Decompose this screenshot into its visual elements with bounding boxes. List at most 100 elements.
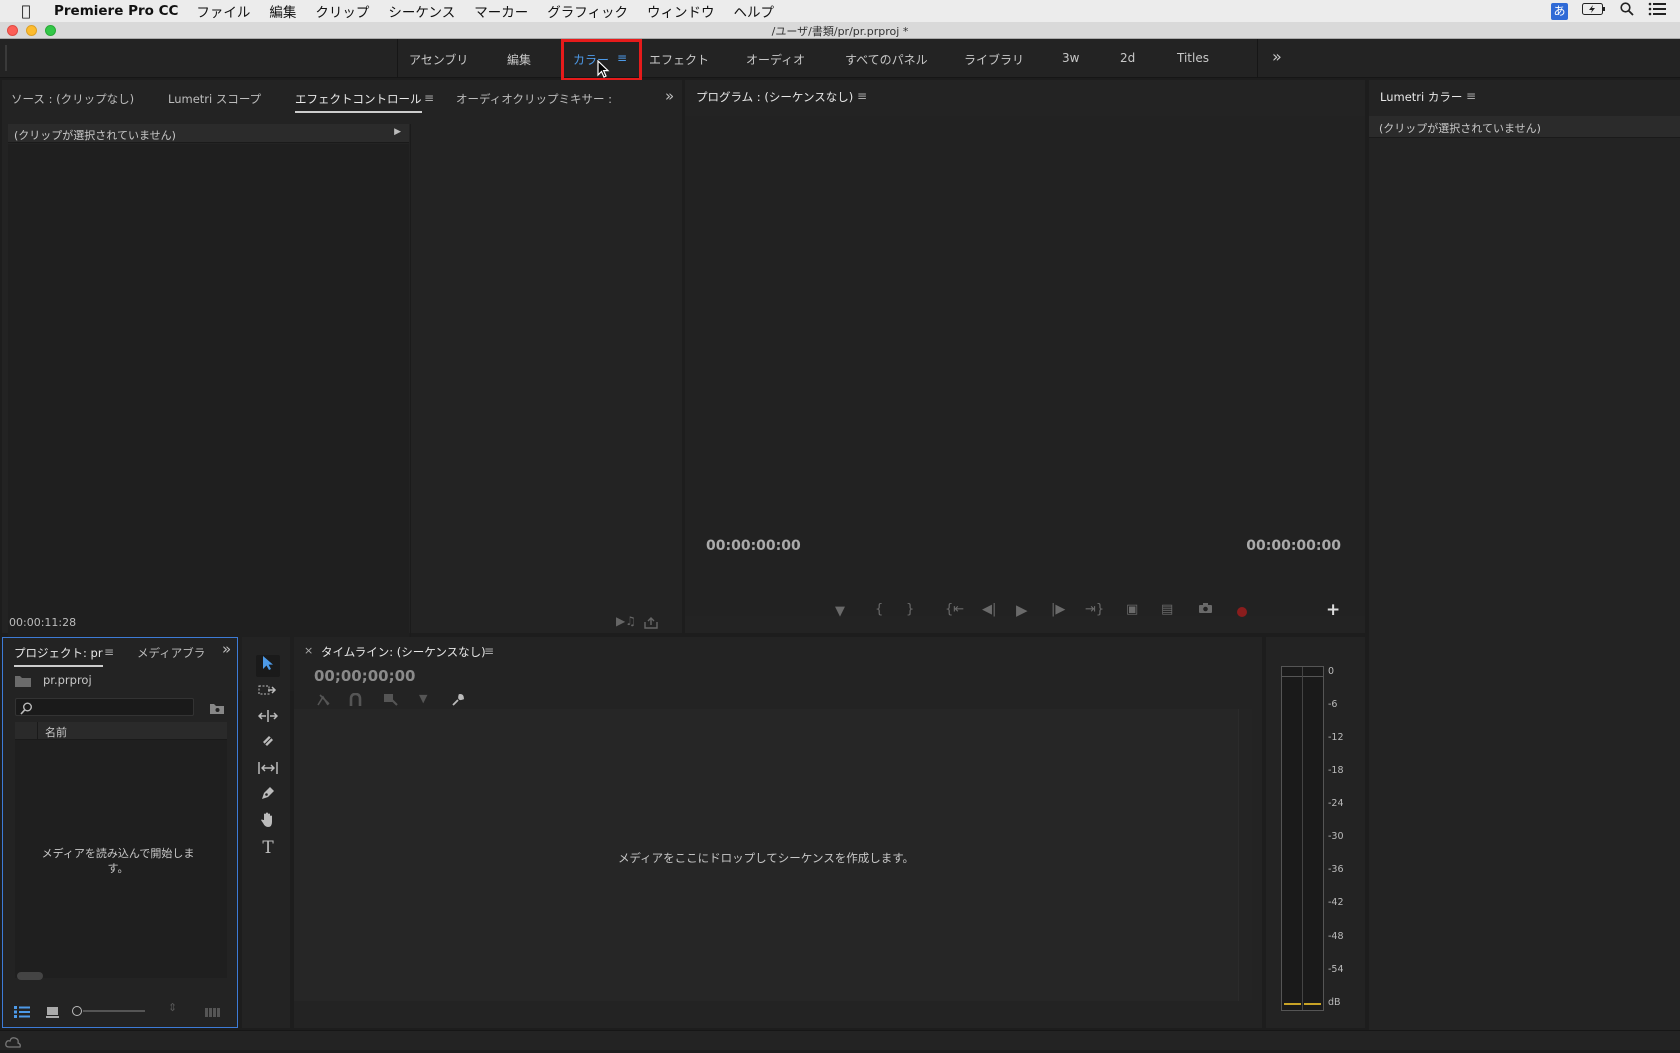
zoom-slider-track[interactable]	[83, 1010, 145, 1012]
mac-menubar:  Premiere Pro CC ファイル 編集 クリップ シーケンス マーカ…	[0, 0, 1680, 22]
panel-menu-icon[interactable]: ≡	[1466, 89, 1476, 103]
menu-edit[interactable]: 編集	[269, 1, 296, 21]
mark-in-icon[interactable]: {	[875, 602, 883, 617]
menu-help[interactable]: ヘルプ	[733, 1, 774, 21]
export-icon[interactable]	[644, 614, 658, 633]
type-tool-icon[interactable]: T	[256, 837, 280, 859]
go-to-in-icon[interactable]: {⇤	[945, 602, 964, 617]
panel-grip	[5, 45, 7, 71]
hand-tool-icon[interactable]	[256, 811, 280, 833]
db-tick: -54	[1328, 964, 1344, 975]
tab-audio-clip-mixer[interactable]: オーディオクリップミキサー :	[456, 91, 612, 107]
track-select-tool-icon[interactable]	[256, 681, 280, 703]
play-icon[interactable]: ▶	[1016, 601, 1028, 619]
add-marker-icon[interactable]: ▼	[419, 692, 427, 705]
db-scale: 0 -6 -12 -18 -24 -30 -36 -42 -48 -54 dB	[1328, 666, 1358, 1011]
meter-level-right	[1304, 1003, 1321, 1005]
workspace-divider	[397, 39, 398, 78]
workspace-overflow-button[interactable]: »	[1272, 47, 1282, 66]
effect-controls-timecode[interactable]: 00:00:11:28	[9, 616, 76, 629]
program-playhead-timecode[interactable]: 00:00:00:00	[706, 538, 801, 554]
mark-out-icon[interactable]: }	[906, 602, 914, 617]
menu-window[interactable]: ウィンドウ	[647, 1, 715, 21]
tab-effect-controls[interactable]: エフェクトコントロール	[295, 91, 422, 113]
selection-tool-icon[interactable]	[256, 655, 280, 677]
go-to-out-icon[interactable]: ⇥}	[1085, 602, 1104, 617]
project-folder-icon	[14, 673, 32, 692]
menu-sequence[interactable]: シーケンス	[388, 1, 455, 21]
project-search-input[interactable]	[15, 698, 194, 716]
tools-panel: T	[242, 637, 290, 1028]
empty-project-message: メディアを読み込んで開始します。	[41, 847, 195, 875]
panel-overflow-button[interactable]: »	[222, 640, 231, 658]
lumetri-color-title[interactable]: Lumetri カラー	[1380, 89, 1462, 105]
notification-center-icon[interactable]	[1648, 2, 1666, 20]
workspace-audio[interactable]: オーディオ	[746, 51, 805, 68]
vertical-scrollbar[interactable]	[1238, 709, 1252, 1001]
zoom-slider-handle[interactable]	[72, 1006, 82, 1016]
battery-icon[interactable]	[1582, 3, 1606, 19]
ripple-edit-tool-icon[interactable]	[256, 707, 280, 729]
creative-cloud-icon[interactable]	[5, 1034, 21, 1053]
menu-file[interactable]: ファイル	[196, 1, 250, 21]
panel-tabs: ソース : (クリップなし) Lumetri スコープ エフェクトコントロール …	[2, 80, 682, 116]
menu-clip[interactable]: クリップ	[315, 1, 369, 21]
timeline-timecode[interactable]: 00;00;00;00	[314, 667, 416, 685]
new-search-bin-icon[interactable]	[209, 700, 225, 719]
workspace-titles[interactable]: Titles	[1177, 51, 1209, 65]
close-tab-icon[interactable]: ×	[304, 644, 313, 657]
menu-marker[interactable]: マーカー	[474, 1, 528, 21]
horizontal-scrollbar[interactable]	[17, 972, 43, 980]
export-frame-icon[interactable]	[1198, 602, 1213, 618]
timeline-divider	[410, 124, 411, 691]
pen-tool-icon[interactable]	[256, 785, 280, 807]
icon-view-icon[interactable]	[46, 1003, 59, 1022]
input-method-icon[interactable]: あ	[1551, 2, 1568, 20]
tab-source[interactable]: ソース : (クリップなし)	[11, 91, 134, 107]
add-marker-icon[interactable]: ▼	[835, 604, 845, 619]
sort-icon[interactable]: ⇕	[168, 1001, 177, 1014]
apple-icon[interactable]: 	[14, 2, 38, 20]
workspace-libraries[interactable]: ライブラリ	[964, 51, 1024, 68]
db-tick: 0	[1328, 666, 1335, 677]
step-forward-icon[interactable]: |▶	[1051, 602, 1065, 617]
status-bar	[0, 1030, 1680, 1050]
expand-arrow-icon[interactable]: ▶	[394, 127, 401, 137]
tab-lumetri-scopes[interactable]: Lumetri スコープ	[168, 91, 261, 107]
panel-menu-icon[interactable]: ≡	[484, 644, 494, 658]
no-clip-label: (クリップが選択されていません)	[1379, 122, 1541, 135]
panel-overflow-button[interactable]: »	[665, 87, 674, 105]
step-back-icon[interactable]: ◀|	[982, 602, 996, 617]
tab-project[interactable]: プロジェクト: pr	[14, 645, 103, 667]
workspace-3w[interactable]: 3w	[1062, 51, 1079, 65]
list-view-icon[interactable]	[14, 1003, 30, 1022]
panel-menu-icon[interactable]: ≡	[424, 91, 434, 105]
play-audio-icon[interactable]: ▶♫	[616, 614, 636, 628]
db-tick: -30	[1328, 831, 1344, 842]
lift-icon[interactable]: ▣	[1126, 602, 1138, 617]
razor-tool-icon[interactable]	[256, 733, 280, 755]
program-monitor-panel: プログラム : (シーケンスなし) ≡ 00:00:00:00 00:00:00…	[685, 80, 1365, 633]
panel-menu-icon[interactable]: ≡	[857, 89, 867, 103]
slip-tool-icon[interactable]	[256, 759, 280, 781]
menu-graphics[interactable]: グラフィック	[547, 1, 628, 21]
tab-media-browser[interactable]: メディアブラ	[137, 645, 205, 661]
workspaces-bar: アセンブリ 編集 カラー ≡ エフェクト オーディオ すべてのパネル ライブラリ…	[0, 39, 1680, 81]
spotlight-search-icon[interactable]	[1620, 2, 1634, 20]
app-menu[interactable]: Premiere Pro CC	[54, 3, 178, 19]
column-name-header[interactable]: 名前	[45, 724, 67, 740]
add-button[interactable]: +	[1326, 600, 1340, 620]
workspace-effects[interactable]: エフェクト	[649, 51, 709, 68]
program-monitor-title[interactable]: プログラム : (シーケンスなし)	[696, 89, 853, 105]
workspace-divider	[1257, 39, 1258, 78]
lumetri-clip-header: (クリップが選択されていません)	[1369, 116, 1680, 138]
workspace-assembly[interactable]: アセンブリ	[409, 51, 468, 68]
workspace-all-panels[interactable]: すべてのパネル	[845, 51, 928, 68]
record-icon[interactable]	[1237, 607, 1247, 617]
timeline-title[interactable]: タイムライン: (シーケンスなし)	[321, 644, 486, 660]
workspace-2d[interactable]: 2d	[1120, 51, 1135, 65]
workspace-editing[interactable]: 編集	[507, 51, 531, 68]
extract-icon[interactable]: ▤	[1161, 602, 1173, 617]
panel-menu-icon[interactable]: ≡	[104, 645, 114, 659]
automate-sequence-icon[interactable]	[205, 1003, 221, 1022]
